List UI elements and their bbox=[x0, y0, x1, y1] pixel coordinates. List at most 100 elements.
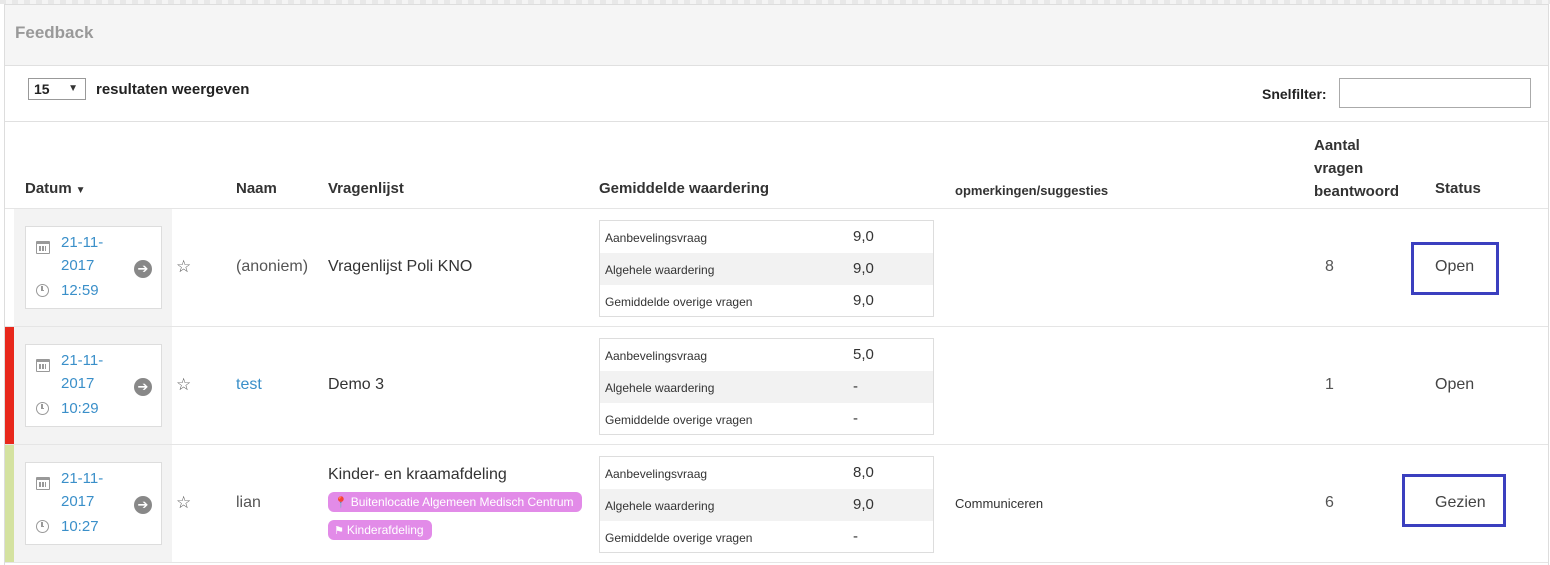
row-date[interactable]: 21-11- 2017 bbox=[61, 231, 121, 277]
date-box[interactable]: 21-11- 2017 10:29 ➔ bbox=[25, 344, 162, 427]
calendar-icon bbox=[36, 359, 50, 372]
row-name: (anoniem) bbox=[236, 258, 309, 275]
clock-icon bbox=[36, 402, 49, 415]
star-icon[interactable]: ☆ bbox=[176, 493, 191, 513]
status-highlight-box bbox=[1402, 474, 1506, 527]
score-label: Aanbevelingsvraag bbox=[605, 467, 708, 481]
row-questionnaire: Demo 3 bbox=[328, 376, 385, 393]
map-pin-icon: 📍 bbox=[334, 497, 348, 509]
location-tag: 📍 Buitenlocatie Algemeen Medisch Centrum bbox=[328, 492, 582, 512]
score-table: Aanbevelingsvraag 9,0 Algehele waarderin… bbox=[599, 220, 934, 317]
date-cell: 21-11- 2017 10:27 ➔ bbox=[14, 445, 172, 562]
column-header-status[interactable]: Status bbox=[1435, 180, 1481, 197]
score-value: - bbox=[853, 378, 858, 395]
calendar-icon bbox=[36, 477, 50, 490]
table-controls: 15 ▼ resultaten weergeven Snelfilter: bbox=[5, 66, 1548, 122]
page-size-label: resultaten weergeven bbox=[96, 81, 250, 98]
row-time[interactable]: 10:29 bbox=[61, 400, 99, 417]
row-date[interactable]: 21-11- 2017 bbox=[61, 349, 121, 395]
row-marker bbox=[5, 209, 14, 326]
score-value: 9,0 bbox=[853, 292, 874, 309]
row-date-line-1: 21-11- bbox=[61, 470, 104, 487]
score-label: Algehele waardering bbox=[605, 263, 715, 277]
open-arrow-icon[interactable]: ➔ bbox=[134, 378, 152, 396]
score-label: Gemiddelde overige vragen bbox=[605, 413, 753, 427]
row-date-line-2: 2017 bbox=[61, 375, 95, 392]
column-header-name[interactable]: Naam bbox=[236, 180, 277, 197]
row-answer-count: 8 bbox=[1325, 258, 1334, 275]
quick-filter-label: Snelfilter: bbox=[1262, 86, 1327, 102]
score-row: Algehele waardering 9,0 bbox=[600, 489, 933, 521]
score-label: Algehele waardering bbox=[605, 381, 715, 395]
score-row: Aanbevelingsvraag 9,0 bbox=[600, 221, 933, 253]
row-remark: Communiceren bbox=[955, 496, 1044, 511]
row-time[interactable]: 12:59 bbox=[61, 282, 99, 299]
clock-icon bbox=[36, 284, 49, 297]
row-name: lian bbox=[236, 494, 261, 511]
quick-filter-input[interactable] bbox=[1339, 78, 1531, 108]
row-name-link[interactable]: test bbox=[236, 376, 262, 394]
row-marker bbox=[5, 445, 14, 562]
table-row: 21-11- 2017 10:29 ➔ ☆ test Demo 3 Aanbev… bbox=[5, 327, 1548, 445]
date-box[interactable]: 21-11- 2017 10:27 ➔ bbox=[25, 462, 162, 545]
location-tag-label: Buitenlocatie Algemeen Medisch Centrum bbox=[350, 495, 574, 509]
score-label: Gemiddelde overige vragen bbox=[605, 531, 753, 545]
table-header: Datum ▼ Naam Vragenlijst Gemiddelde waard… bbox=[5, 122, 1548, 209]
row-questionnaire: Kinder- en kraamafdeling bbox=[328, 466, 507, 483]
signpost-icon: ⚑ bbox=[334, 525, 344, 537]
calendar-icon bbox=[36, 241, 50, 254]
open-arrow-icon[interactable]: ➔ bbox=[134, 260, 152, 278]
score-value: 9,0 bbox=[853, 260, 874, 277]
open-arrow-icon[interactable]: ➔ bbox=[134, 496, 152, 514]
date-box[interactable]: 21-11- 2017 12:59 ➔ bbox=[25, 226, 162, 309]
score-row: Algehele waardering - bbox=[600, 371, 933, 403]
column-header-count-line-3: beantwoord bbox=[1314, 183, 1399, 200]
column-header-date-label: Datum bbox=[25, 180, 72, 197]
score-row: Gemiddelde overige vragen 9,0 bbox=[600, 285, 933, 317]
score-value: 9,0 bbox=[853, 228, 874, 245]
table-row: 21-11- 2017 10:27 ➔ ☆ lian Kinder- en kr… bbox=[5, 445, 1548, 563]
date-cell: 21-11- 2017 12:59 ➔ bbox=[14, 209, 172, 326]
score-table: Aanbevelingsvraag 8,0 Algehele waarderin… bbox=[599, 456, 934, 553]
row-date-line-1: 21-11- bbox=[61, 234, 104, 251]
score-value: - bbox=[853, 410, 858, 427]
column-header-count-line-1: Aantal bbox=[1314, 137, 1360, 154]
department-tag: ⚑ Kinderafdeling bbox=[328, 520, 432, 540]
row-date-line-2: 2017 bbox=[61, 493, 95, 510]
column-header-count-line-2: vragen bbox=[1314, 160, 1364, 177]
panel-header: Feedback bbox=[5, 5, 1548, 66]
star-icon[interactable]: ☆ bbox=[176, 257, 191, 277]
clock-icon bbox=[36, 520, 49, 533]
column-header-questionnaire[interactable]: Vragenlijst bbox=[328, 180, 404, 197]
row-time[interactable]: 10:27 bbox=[61, 518, 99, 535]
score-value: 8,0 bbox=[853, 464, 874, 481]
score-value: - bbox=[853, 528, 858, 545]
page-size-select[interactable]: 15 ▼ bbox=[28, 78, 86, 100]
sort-desc-icon: ▼ bbox=[75, 185, 86, 196]
score-row: Gemiddelde overige vragen - bbox=[600, 403, 933, 435]
score-row: Gemiddelde overige vragen - bbox=[600, 521, 933, 553]
row-answer-count: 1 bbox=[1325, 376, 1334, 393]
column-header-date[interactable]: Datum ▼ bbox=[25, 180, 86, 197]
column-header-avg-rating[interactable]: Gemiddelde waardering bbox=[599, 180, 769, 197]
score-value: 9,0 bbox=[853, 496, 874, 513]
row-date-line-2: 2017 bbox=[61, 257, 95, 274]
column-header-answer-count[interactable]: Aantal vragen beantwoord bbox=[1314, 134, 1414, 203]
score-table: Aanbevelingsvraag 5,0 Algehele waarderin… bbox=[599, 338, 934, 435]
row-date[interactable]: 21-11- 2017 bbox=[61, 467, 121, 513]
score-label: Algehele waardering bbox=[605, 499, 715, 513]
score-label: Aanbevelingsvraag bbox=[605, 349, 708, 363]
date-cell: 21-11- 2017 10:29 ➔ bbox=[14, 327, 172, 444]
score-label: Aanbevelingsvraag bbox=[605, 231, 708, 245]
panel-title: Feedback bbox=[15, 23, 94, 42]
row-marker bbox=[5, 327, 14, 444]
row-date-line-1: 21-11- bbox=[61, 352, 104, 369]
department-tag-label: Kinderafdeling bbox=[346, 523, 424, 537]
score-row: Aanbevelingsvraag 8,0 bbox=[600, 457, 933, 489]
dropdown-caret-icon: ▼ bbox=[68, 83, 78, 94]
page-size-value: 15 bbox=[34, 81, 50, 97]
feedback-panel: Feedback 15 ▼ resultaten weergeven Snelf… bbox=[4, 4, 1549, 565]
column-header-remarks[interactable]: opmerkingen/suggesties bbox=[955, 183, 1108, 198]
star-icon[interactable]: ☆ bbox=[176, 375, 191, 395]
table-row: 21-11- 2017 12:59 ➔ ☆ (anoniem) Vragenli… bbox=[5, 209, 1548, 327]
